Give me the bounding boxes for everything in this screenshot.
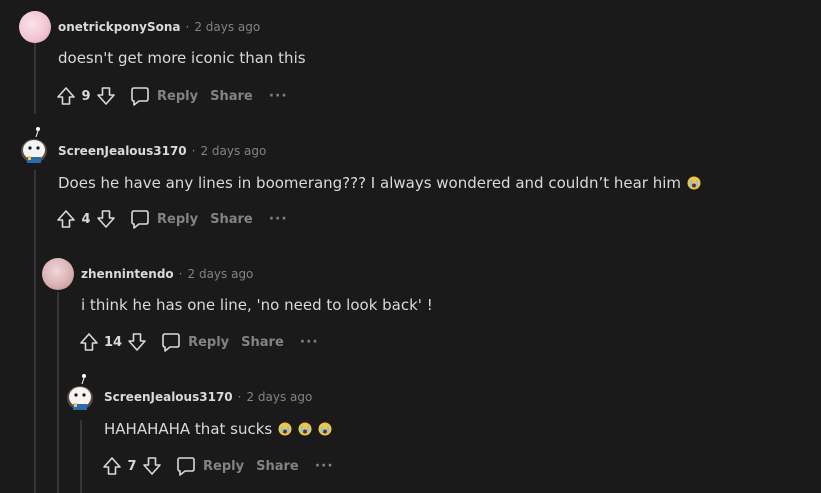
downvote-icon[interactable] bbox=[95, 85, 117, 107]
comment-bubble-icon bbox=[131, 87, 149, 106]
comment-actions: 4 Reply Share ··· bbox=[55, 205, 288, 233]
avatar[interactable] bbox=[19, 11, 51, 43]
vote-count: 9 bbox=[81, 88, 91, 104]
username[interactable]: ScreenJealous3170 bbox=[58, 144, 187, 158]
comment-body: HAHAHAHA that sucks bbox=[104, 418, 332, 440]
share-button[interactable]: Share bbox=[210, 89, 253, 104]
avatar[interactable] bbox=[42, 258, 74, 290]
vote-count: 4 bbox=[81, 211, 91, 227]
more-options-button[interactable]: ··· bbox=[269, 88, 288, 104]
more-options-button[interactable]: ··· bbox=[315, 458, 334, 474]
thread-line-2[interactable] bbox=[34, 170, 36, 493]
comment-text: Does he have any lines in boomerang??? I… bbox=[58, 174, 682, 192]
reply-label: Reply bbox=[157, 88, 199, 104]
comment-actions: 9 Reply Share ··· bbox=[55, 82, 288, 110]
reply-button[interactable]: Reply bbox=[129, 208, 198, 230]
separator: · bbox=[237, 390, 242, 404]
vote-count: 14 bbox=[104, 334, 123, 350]
timestamp[interactable]: 2 days ago bbox=[200, 144, 266, 158]
thread-line-1[interactable] bbox=[34, 42, 36, 114]
reply-button[interactable]: Reply bbox=[129, 85, 198, 107]
upvote-icon[interactable] bbox=[78, 331, 100, 353]
comment-bubble-icon bbox=[177, 457, 195, 476]
timestamp[interactable]: 2 days ago bbox=[246, 390, 312, 404]
comment-thread: onetrickponySona · 2 days ago doesn't ge… bbox=[0, 0, 821, 493]
separator: · bbox=[185, 20, 190, 34]
timestamp[interactable]: 2 days ago bbox=[194, 20, 260, 34]
comment-body: i think he has one line, 'no need to loo… bbox=[81, 294, 433, 316]
timestamp[interactable]: 2 days ago bbox=[188, 267, 254, 281]
comment-body: doesn't get more iconic than this bbox=[58, 47, 306, 69]
comment-actions: 7 Reply Share ··· bbox=[101, 452, 334, 480]
reply-label: Reply bbox=[203, 458, 245, 474]
thread-line-4[interactable] bbox=[80, 420, 82, 493]
comment-actions: 14 Reply Share ··· bbox=[78, 328, 319, 356]
reply-button[interactable]: Reply bbox=[175, 455, 244, 477]
downvote-icon[interactable] bbox=[141, 455, 163, 477]
comment-meta: onetrickponySona · 2 days ago bbox=[58, 17, 260, 37]
comment-bubble-icon bbox=[131, 210, 149, 229]
thread-line-3[interactable] bbox=[57, 292, 59, 493]
crying-face-emoji bbox=[278, 422, 292, 436]
separator: · bbox=[178, 267, 183, 281]
comment-meta: ScreenJealous3170 · 2 days ago bbox=[58, 141, 266, 161]
avatar[interactable] bbox=[64, 372, 96, 412]
comment-meta: ScreenJealous3170 · 2 days ago bbox=[104, 387, 312, 407]
crying-face-emoji bbox=[687, 176, 701, 190]
crying-face-emoji bbox=[318, 422, 332, 436]
comment-bubble-icon bbox=[162, 333, 180, 352]
comment-text: doesn't get more iconic than this bbox=[58, 49, 306, 67]
share-button[interactable]: Share bbox=[241, 335, 284, 350]
username[interactable]: onetrickponySona bbox=[58, 20, 181, 34]
downvote-icon[interactable] bbox=[126, 331, 148, 353]
comment-text: HAHAHAHA that sucks bbox=[104, 420, 273, 438]
more-options-button[interactable]: ··· bbox=[300, 334, 319, 350]
reply-label: Reply bbox=[188, 334, 230, 350]
vote-count: 7 bbox=[127, 458, 137, 474]
share-button[interactable]: Share bbox=[256, 459, 299, 474]
reply-button[interactable]: Reply bbox=[160, 331, 229, 353]
comment-body: Does he have any lines in boomerang??? I… bbox=[58, 172, 701, 194]
upvote-icon[interactable] bbox=[101, 455, 123, 477]
upvote-icon[interactable] bbox=[55, 85, 77, 107]
comment-text: i think he has one line, 'no need to loo… bbox=[81, 296, 433, 314]
avatar[interactable] bbox=[18, 125, 50, 165]
username[interactable]: ScreenJealous3170 bbox=[104, 390, 233, 404]
crying-face-emoji bbox=[298, 422, 312, 436]
share-button[interactable]: Share bbox=[210, 212, 253, 227]
separator: · bbox=[191, 144, 196, 158]
downvote-icon[interactable] bbox=[95, 208, 117, 230]
more-options-button[interactable]: ··· bbox=[269, 211, 288, 227]
username[interactable]: zhennintendo bbox=[81, 267, 174, 281]
upvote-icon[interactable] bbox=[55, 208, 77, 230]
comment-meta: zhennintendo · 2 days ago bbox=[81, 264, 253, 284]
reply-label: Reply bbox=[157, 211, 199, 227]
